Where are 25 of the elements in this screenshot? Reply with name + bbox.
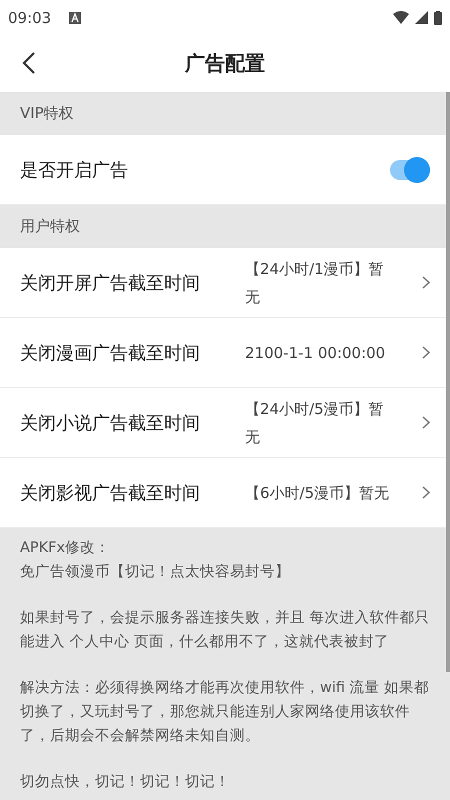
ad-toggle[interactable] (390, 160, 430, 180)
chevron-icon (422, 276, 430, 289)
setting-value: 2100-1-1 00:00:00 (245, 342, 386, 364)
signal-icon (415, 11, 428, 24)
page-title: 广告配置 (185, 50, 265, 77)
back-icon (22, 51, 36, 75)
note-paragraph: APKFx修改： 免广告领漫币【切记！点太快容易封号】 (20, 539, 291, 582)
note-paragraph: 解决方法：必须得换网络才能再次使用软件，wifi 流量 如果都切换了，又玩封号了，那您就只能连别人家网络使用该软件了，后期会不会解禁网络未知自测。 (20, 678, 430, 746)
setting-value: 【24小时/1漫币】暂无 (245, 258, 385, 308)
note-paragraph: 如果封号了，会提示服务器连接失败，并且 每次进入软件都只能进入 个人中心 页面，什么都用不了，这就代表被封了 (20, 609, 430, 652)
note-paragraph: 切勿点快，切记！切记！切记！ (20, 773, 231, 792)
setting-label: 关闭漫画广告截至时间 (20, 342, 201, 364)
setting-label: 关闭开屏广告截至时间 (20, 272, 201, 294)
setting-label: 是否开启广告 (20, 158, 129, 182)
setting-label: 关闭影视广告截至时间 (20, 482, 201, 504)
setting-label: 关闭小说广告截至时间 (20, 412, 201, 434)
status-time: 09:03 (8, 8, 52, 26)
setting-value: 【24小时/5漫币】暂无 (245, 398, 385, 448)
battery-icon (434, 10, 442, 24)
wifi-icon (393, 11, 409, 24)
chevron-icon (422, 346, 430, 359)
setting-value: 【6小时/5漫币】暂无 (245, 482, 390, 504)
chevron-icon (422, 416, 430, 429)
notification-icon (69, 12, 82, 24)
chevron-icon (422, 486, 430, 499)
